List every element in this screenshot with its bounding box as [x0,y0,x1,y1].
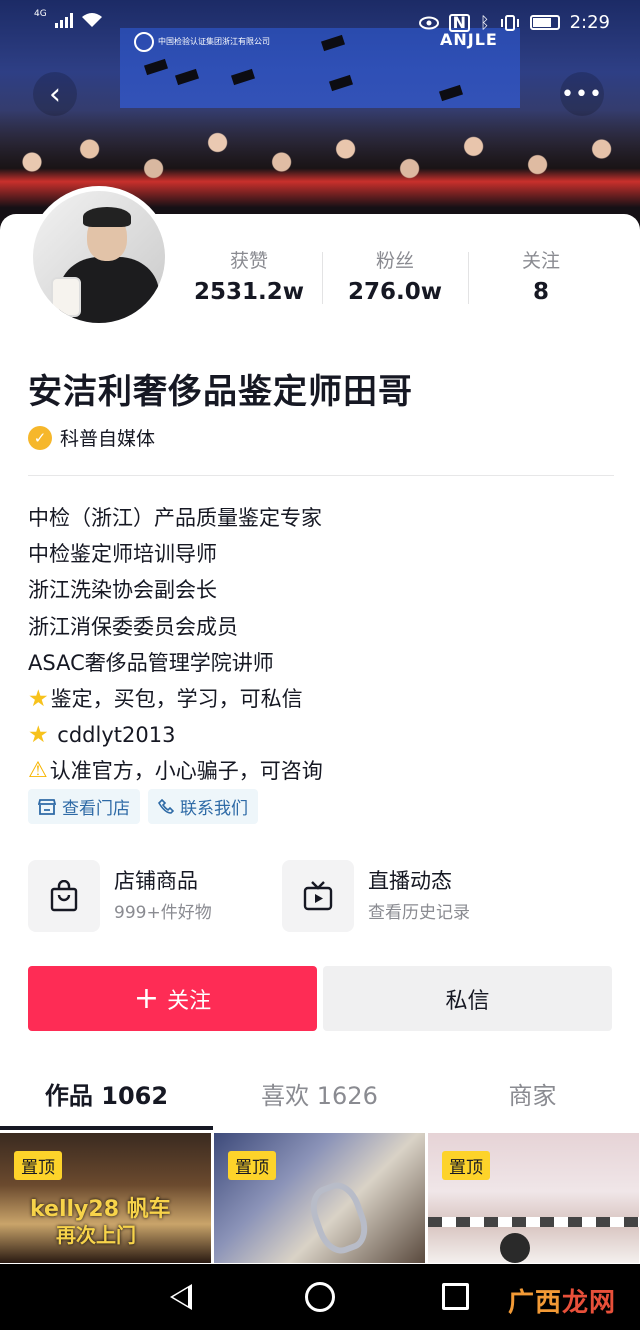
more-options-button[interactable]: ••• [560,72,604,116]
divider [28,475,614,476]
store-products-entry[interactable]: 店铺商品 999+件好物 [28,860,212,932]
bio: 中检（浙江）产品质量鉴定专家 中检鉴定师培训导师 浙江洗染协会副会长 浙江消保委… [28,500,618,790]
star-icon: ★ [28,722,49,749]
store-icon [38,798,56,815]
verification-label: 科普自媒体 [60,428,156,450]
bio-line: 中检鉴定师培训导师 [28,536,618,572]
status-bar: 4G N ᛒ 2:29 [0,0,640,46]
video-subtitle: 再次上门 [56,1223,136,1247]
entry-row: 店铺商品 999+件好物 直播动态 查看历史记录 [28,860,618,932]
follow-button[interactable]: + 关注 [28,966,317,1031]
network-type: 4G [34,9,47,19]
stat-label: 获赞 [229,250,268,272]
stat-value: 2531.2w [193,279,304,305]
vibrate-icon [500,14,519,31]
verification-row: ✓ 科普自媒体 [28,424,155,451]
stat-value: 8 [532,279,549,305]
active-tab-indicator [0,1126,213,1130]
clock: 2:29 [569,12,610,33]
watermark-part2: 龙网 [562,1288,617,1318]
stat-value: 276.0w [348,279,442,305]
wifi-icon [81,13,102,27]
live-updates-entry[interactable]: 直播动态 查看历史记录 [282,860,470,932]
bio-line: 中检（浙江）产品质量鉴定专家 [28,500,618,536]
entry-title: 店铺商品 [114,869,198,893]
nfc-icon: N [448,13,470,32]
bio-text: 鉴定，买包，学习，可私信 [50,687,303,712]
bio-text: 浙江消保委委员会成员 [28,614,238,639]
entry-subtitle: 查看历史记录 [368,903,470,923]
metal-clasp-graphic [303,1176,375,1260]
warning-icon: ⚠ [28,758,48,784]
video-thumbnail[interactable]: 置顶 [214,1133,425,1263]
bio-text: cddlyt2013 [50,723,176,748]
stat-label: 关注 [521,250,560,272]
pinned-badge: 置顶 [228,1151,276,1180]
video-thumbnail[interactable]: 置顶 kelly28 帆车 再次上门 [0,1133,211,1263]
entry-title: 直播动态 [368,869,452,893]
nav-back-icon[interactable] [170,1284,192,1310]
tag-row: 查看门店 联系我们 [28,789,258,824]
bio-line: 浙江洗染协会副会长 [28,572,618,608]
follow-label: 关注 [167,988,212,1014]
eye-icon [418,16,439,29]
tab-merchant[interactable]: 商家 [426,1070,639,1128]
bio-text: 中检（浙江）产品质量鉴定专家 [28,506,322,530]
tab-likes[interactable]: 喜欢 1626 [213,1070,426,1128]
bio-line: 浙江消保委委员会成员 [28,609,618,645]
tv-play-icon [282,860,354,932]
back-button[interactable]: ‹ [33,72,77,116]
bio-text: ASAC奢侈品管理学院讲师 [28,650,274,675]
phone-icon [158,798,174,814]
watermark-part1: 广西 [508,1288,563,1318]
watermark: 广西龙网 [508,1282,616,1319]
avatar[interactable] [28,186,170,328]
video-grid: 置顶 kelly28 帆车 再次上门 置顶 置顶 [0,1133,640,1263]
shelf-graphic [428,1217,639,1227]
nav-home-icon[interactable] [305,1282,335,1312]
bio-line: ASAC奢侈品管理学院讲师 [28,645,618,681]
nickname: 安洁利奢侈品鉴定师田哥 [28,372,413,412]
shopping-bag-icon [28,860,100,932]
bio-text: 认准官方，小心骗子，可咨询 [49,759,323,784]
stats-row: 获赞 2531.2w 粉丝 276.0w 关注 8 [176,248,616,310]
tab-works[interactable]: 作品 1062 [0,1070,213,1128]
battery-icon [529,15,560,30]
message-button[interactable]: 私信 [323,966,612,1031]
view-store-tag[interactable]: 查看门店 [28,789,140,824]
nav-recents-icon[interactable] [442,1283,469,1310]
avatar-hair [83,207,131,227]
pinned-badge: 置顶 [14,1151,62,1180]
bio-text: 中检鉴定师培训导师 [28,542,217,567]
bio-line: ★ 鉴定，买包，学习，可私信 [28,681,618,717]
contact-us-tag[interactable]: 联系我们 [148,789,258,824]
bio-line: ⚠ 认准官方，小心骗子，可咨询 [28,753,618,789]
stat-likes[interactable]: 获赞 2531.2w [176,248,322,310]
stat-following[interactable]: 关注 8 [468,248,614,310]
person-graphic [500,1233,530,1263]
pinned-badge: 置顶 [442,1151,490,1180]
bio-text: 浙江洗染协会副会长 [28,578,217,603]
avatar-handbag [51,277,81,317]
stat-followers[interactable]: 粉丝 276.0w [322,248,468,310]
video-thumbnail[interactable]: 置顶 [428,1133,639,1263]
entry-subtitle: 999+件好物 [114,903,212,923]
message-label: 私信 [445,988,490,1014]
tag-label: 联系我们 [180,799,248,819]
signal-icon [54,12,73,28]
star-icon: ★ [28,686,49,713]
plus-icon: + [133,980,160,1016]
stat-label: 粉丝 [375,250,414,272]
bluetooth-icon: ᛒ [479,13,490,32]
content-tabs: 作品 1062 喜欢 1626 商家 [0,1070,640,1128]
verified-check-icon: ✓ [28,425,52,450]
bio-line: ★ cddlyt2013 [28,717,618,753]
tag-label: 查看门店 [62,799,130,819]
